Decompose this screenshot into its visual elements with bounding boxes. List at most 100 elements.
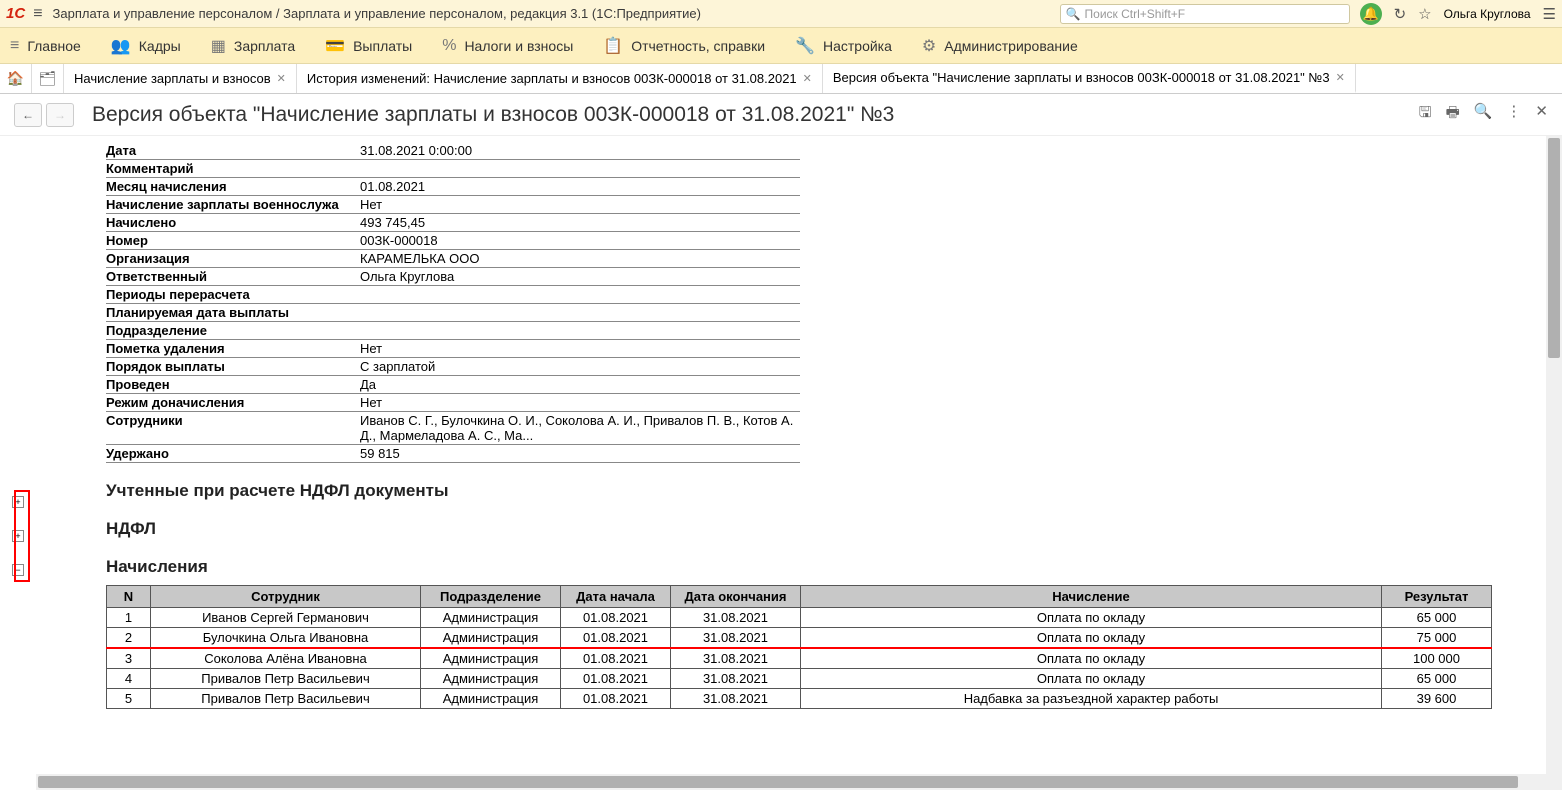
meta-label: Начисление зарплаты военнослужа [106, 196, 360, 214]
expand-toggle-1[interactable]: + [12, 496, 24, 508]
tabs-bar: 🏠 🗂 Начисление зарплаты и взносов✕ Истор… [0, 64, 1562, 94]
table-row[interactable]: 2Булочкина Ольга ИвановнаАдминистрация01… [107, 628, 1492, 649]
tab-2[interactable]: История изменений: Начисление зарплаты и… [297, 64, 823, 93]
meta-label: Организация [106, 250, 360, 268]
star-icon[interactable]: ☆ [1418, 5, 1431, 23]
user-name[interactable]: Ольга Круглова [1444, 7, 1531, 21]
close-page-icon[interactable]: ✕ [1535, 102, 1548, 127]
nav-otchet[interactable]: 📋Отчетность, справки [603, 36, 765, 56]
save-icon[interactable]: 🖫 [1419, 102, 1432, 127]
card-icon: 💳 [325, 36, 345, 56]
table-row[interactable]: 3Соколова Алёна ИвановнаАдминистрация01.… [107, 648, 1492, 669]
meta-value [360, 304, 800, 322]
scrollbar-vertical[interactable] [1546, 136, 1562, 790]
expand-toggle-2[interactable]: + [12, 530, 24, 542]
cell: 3 [107, 648, 151, 669]
meta-row: Номер00ЗК-000018 [106, 232, 800, 250]
gear-icon: ⚙ [922, 36, 936, 56]
nav-kadry[interactable]: 👥Кадры [111, 36, 181, 56]
tab-1[interactable]: Начисление зарплаты и взносов✕ [64, 64, 297, 93]
nav-vyplaty[interactable]: 💳Выплаты [325, 36, 412, 56]
cell: 65 000 [1382, 608, 1492, 628]
meta-value: КАРАМЕЛЬКА ООО [360, 250, 800, 268]
find-icon[interactable]: 🔍 [1474, 102, 1493, 127]
scrollbar-horizontal[interactable] [36, 774, 1546, 790]
main-menu-icon[interactable]: ≡ [33, 5, 42, 23]
meta-label: Порядок выплаты [106, 358, 360, 376]
nav-nalogi[interactable]: %Налоги и взносы [442, 37, 573, 55]
table-row[interactable]: 1Иванов Сергей ГермановичАдминистрация01… [107, 608, 1492, 628]
nav-zarplata[interactable]: ▦Зарплата [211, 36, 295, 56]
collapse-toggle[interactable]: − [12, 564, 24, 576]
col-header: Дата окончания [671, 586, 801, 608]
nav-admin[interactable]: ⚙Администрирование [922, 36, 1078, 56]
tab-starred[interactable]: 🗂 [32, 64, 64, 93]
history-icon[interactable]: ↻ [1394, 5, 1407, 23]
close-icon[interactable]: ✕ [277, 72, 286, 85]
cell: 31.08.2021 [671, 689, 801, 709]
cell: 1 [107, 608, 151, 628]
more-icon[interactable]: ⋮ [1506, 102, 1521, 127]
wrench-icon: 🔧 [795, 36, 815, 56]
settings-icon[interactable]: ☰ [1543, 5, 1556, 23]
accruals-table: NСотрудникПодразделениеДата началаДата о… [106, 585, 1492, 709]
meta-value [360, 322, 800, 340]
meta-row: СотрудникиИванов С. Г., Булочкина О. И.,… [106, 412, 800, 445]
table-row[interactable]: 5Привалов Петр ВасильевичАдминистрация01… [107, 689, 1492, 709]
meta-value: Нет [360, 196, 800, 214]
search-input[interactable]: 🔍 Поиск Ctrl+Shift+F [1060, 4, 1350, 24]
meta-row: ОтветственныйОльга Круглова [106, 268, 800, 286]
search-icon: 🔍 [1066, 7, 1081, 21]
bell-icon[interactable]: 🔔 [1360, 3, 1382, 25]
page-header: ← → Версия объекта "Начисление зарплаты … [0, 94, 1562, 136]
meta-label: Периоды перерасчета [106, 286, 360, 304]
menu-icon: ≡ [10, 37, 19, 55]
cell: Оплата по окладу [801, 669, 1382, 689]
nav-nastroika[interactable]: 🔧Настройка [795, 36, 892, 56]
meta-value [360, 286, 800, 304]
meta-label: Номер [106, 232, 360, 250]
meta-label: Планируемая дата выплаты [106, 304, 360, 322]
nav-bar: ≡Главное 👥Кадры ▦Зарплата 💳Выплаты %Нало… [0, 28, 1562, 64]
content-area: + + − Дата31.08.2021 0:00:00КомментарийМ… [0, 136, 1562, 790]
cell: 2 [107, 628, 151, 649]
table-row[interactable]: 4Привалов Петр ВасильевичАдминистрация01… [107, 669, 1492, 689]
close-icon[interactable]: ✕ [1336, 71, 1345, 84]
cell: Оплата по окладу [801, 648, 1382, 669]
meta-label: Удержано [106, 445, 360, 463]
nav-main[interactable]: ≡Главное [10, 37, 81, 55]
meta-label: Начислено [106, 214, 360, 232]
meta-label: Месяц начисления [106, 178, 360, 196]
section-accruals: Начисления [106, 557, 1492, 577]
meta-row: Начисление зарплаты военнослужаНет [106, 196, 800, 214]
meta-value: Ольга Круглова [360, 268, 800, 286]
close-icon[interactable]: ✕ [803, 72, 812, 85]
cell: Администрация [421, 669, 561, 689]
cell: Администрация [421, 628, 561, 649]
col-header: N [107, 586, 151, 608]
meta-label: Подразделение [106, 322, 360, 340]
forward-button[interactable]: → [46, 103, 74, 127]
tab-3[interactable]: Версия объекта "Начисление зарплаты и вз… [823, 64, 1356, 93]
meta-label: Дата [106, 142, 360, 160]
cell: Соколова Алёна Ивановна [151, 648, 421, 669]
section-ndfl-docs: Учтенные при расчете НДФЛ документы [106, 481, 1492, 501]
cell: 01.08.2021 [561, 648, 671, 669]
meta-row: Порядок выплатыС зарплатой [106, 358, 800, 376]
cell: Администрация [421, 608, 561, 628]
meta-row: Дата31.08.2021 0:00:00 [106, 142, 800, 160]
meta-label: Сотрудники [106, 412, 360, 445]
outline-gutter: + + − [0, 136, 36, 790]
cell: 39 600 [1382, 689, 1492, 709]
print-icon[interactable]: 🖶 [1446, 102, 1460, 127]
back-button[interactable]: ← [14, 103, 42, 127]
cell: 65 000 [1382, 669, 1492, 689]
search-placeholder: Поиск Ctrl+Shift+F [1085, 7, 1186, 21]
meta-value: 493 745,45 [360, 214, 800, 232]
cell: 01.08.2021 [561, 608, 671, 628]
tab-home[interactable]: 🏠 [0, 64, 32, 93]
document-body: Дата31.08.2021 0:00:00КомментарийМесяц н… [36, 136, 1562, 790]
cell: 75 000 [1382, 628, 1492, 649]
meta-row: ОрганизацияКАРАМЕЛЬКА ООО [106, 250, 800, 268]
meta-value: 00ЗК-000018 [360, 232, 800, 250]
